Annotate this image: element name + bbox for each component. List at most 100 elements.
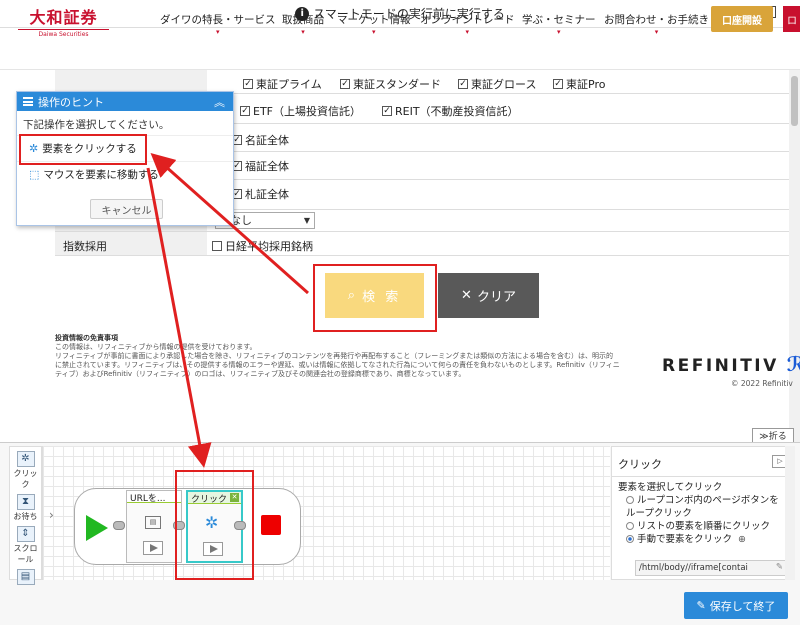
checkbox-nagoya[interactable]: ✓ 名証全体 [232,132,289,148]
radio-manual-click[interactable]: 手動で要素をクリック ⊕ [618,533,788,546]
check-icon: ✓ [243,79,253,89]
cursor-move-icon: ⬚ [29,168,40,181]
checkbox-label: 東証Pro [566,78,606,91]
refinitiv-logo-text: REFINITIV [662,356,779,376]
refinitiv-logo: REFINITIV ℛ [662,352,800,376]
radio-label: 手動で要素をクリック [637,534,733,545]
collapse-icon[interactable]: ︽ [214,94,225,110]
fold-button[interactable]: ≫折る [752,428,794,443]
clear-label: クリア [476,290,516,305]
checkbox-etf[interactable]: ✓ ETF（上場投資信託） [240,103,361,119]
hint-option-label: マウスを要素に移動する [43,169,159,181]
check-icon: ✓ [553,79,563,89]
list-icon [23,97,33,106]
highlight-box-option [19,134,147,165]
hint-description: 下記操作を選択してください。 [23,119,170,131]
checkbox-label: 日経平均採用銘柄 [225,240,313,253]
radio-label: リストの要素を順番にクリック [637,521,771,532]
clear-button[interactable]: ✕ クリア [438,273,539,318]
close-icon: ✕ [461,288,472,303]
form-row-fukuoka: ✓ 福証全体 [207,152,789,180]
form-row-nagoya: ✓ 名証全体 [207,124,789,152]
run-step-icon[interactable] [143,541,163,555]
check-icon: ✓ [340,79,350,89]
checkbox-label: 札証全体 [245,188,289,201]
chevron-right-icon[interactable]: › [49,508,54,522]
check-icon: ✓ [382,106,392,116]
node-header: URLを... [127,491,181,504]
open-account-button[interactable]: 口座開設 [711,6,773,32]
properties-scrollbar[interactable] [785,446,795,580]
login-button[interactable]: ロ [783,6,800,32]
checkbox-pro[interactable]: ✓ 東証Pro [553,76,605,92]
check-icon: ✓ [240,106,250,116]
refinitiv-mark-icon: ℛ [786,352,800,376]
nav-label: オンライントレード [420,14,515,26]
checkbox-growth[interactable]: ✓ 東証グロース [458,76,536,92]
radio-icon [626,496,634,504]
radio-list-click[interactable]: リストの要素を順番にクリック [618,520,788,533]
daiwa-logo[interactable]: 大和証券 Daiwa Securities [16,4,111,38]
logo-subtext: Daiwa Securities [38,31,89,38]
disclaimer-line1: この情報は、リフィニティブから情報の提供を受けております。 [55,343,257,351]
form-row-select: なし ▼ [207,210,789,232]
nav-market[interactable]: マーケット情報 ▾ [337,12,411,36]
hourglass-icon: ⧗ [16,494,35,510]
hint-cancel-button[interactable]: キャンセル [90,199,163,219]
checkbox-label: 東証グロース [471,78,537,91]
crosshair-icon[interactable]: ⊕ [738,534,746,545]
tool-label: クリック [13,469,38,489]
nav-learn[interactable]: 学ぶ・セミナー ▾ [522,12,596,36]
nav-label: 学ぶ・セミナー [522,14,596,26]
checkbox-label: ETF（上場投資信託） [253,105,361,118]
edit-icon[interactable]: ✎ [776,562,783,572]
checkbox-label: 福証全体 [245,160,289,173]
save-and-exit-button[interactable]: ✎ 保存して終了 [684,592,788,619]
nav-products[interactable]: 取扱商品 ▾ [282,12,324,36]
nav-features[interactable]: ダイワの特長・サービス ▾ [160,12,276,36]
xpath-field[interactable]: /html/body//iframe[contai ✎ [635,560,787,576]
radio-selected-icon [626,535,634,543]
nav-contact[interactable]: お問合わせ・お手続き ▾ [604,12,709,36]
disclaimer-heading: 投資情報の免責事項 [55,334,118,342]
radio-loop-click[interactable]: ループコンボ内のページボタンをループクリック [618,494,788,520]
form-row-sapporo: ✓ 札証全体 [207,180,789,210]
properties-section: 要素を選択してクリック [618,482,723,493]
checkbox-label: 名証全体 [245,134,289,147]
check-icon: ✓ [458,79,468,89]
checkbox-standard[interactable]: ✓ 東証スタンダード [340,76,441,92]
scrollbar-thumb[interactable] [791,76,798,126]
checkbox-fukuoka[interactable]: ✓ 福証全体 [232,158,289,174]
logo-text: 大和証券 [29,8,98,27]
tool-scroll[interactable]: ⇕ スクロール [10,526,41,565]
toolbox: ✲ クリック ⧗ お待ち ⇕ スクロール ▤ [9,446,42,585]
nav-online-trade[interactable]: オンライントレード ▾ [420,12,515,36]
properties-header: クリック ▷ [612,447,794,477]
radio-icon [626,522,634,530]
checkbox-reit[interactable]: ✓ REIT（不動産投資信託） [382,103,519,119]
connector [113,521,125,530]
checkbox-sapporo[interactable]: ✓ 札証全体 [232,186,289,202]
index-label: 指数採用 [55,232,207,256]
start-play-icon[interactable] [86,515,108,541]
tool-label: お待ち [13,512,38,521]
form-row-markets1: ✓ 東証プライム ✓ 東証スタンダード ✓ 東証グロース ✓ 東証Pro [207,70,789,94]
checkbox-nikkei[interactable]: 日経平均採用銘柄 [212,238,313,254]
stop-icon[interactable] [261,515,281,535]
properties-title: クリック [618,458,662,471]
nav-label: お問合わせ・お手続き [604,14,709,26]
highlight-box-search [313,264,437,332]
chevron-down-icon: ▾ [556,28,561,36]
checkbox-empty [212,241,222,251]
highlight-box-node [175,470,254,580]
tool-click[interactable]: ✲ クリック [10,451,41,490]
checkbox-label: 東証プライム [256,78,322,91]
hint-title: 操作のヒント [38,95,104,109]
nav-label: マーケット情報 [337,14,411,26]
form-row-index: 日経平均採用銘柄 [207,232,789,256]
refinitiv-copyright: © 2022 Refinitiv [731,379,793,388]
tool-more[interactable]: ▤ [10,569,41,585]
tool-wait[interactable]: ⧗ お待ち [10,494,41,522]
checkbox-prime[interactable]: ✓ 東証プライム [243,76,322,92]
disclaimer-body: リフィニティブが事前に書面により承認した場合を除き、リフィニティブのコンテンツを… [55,352,620,378]
